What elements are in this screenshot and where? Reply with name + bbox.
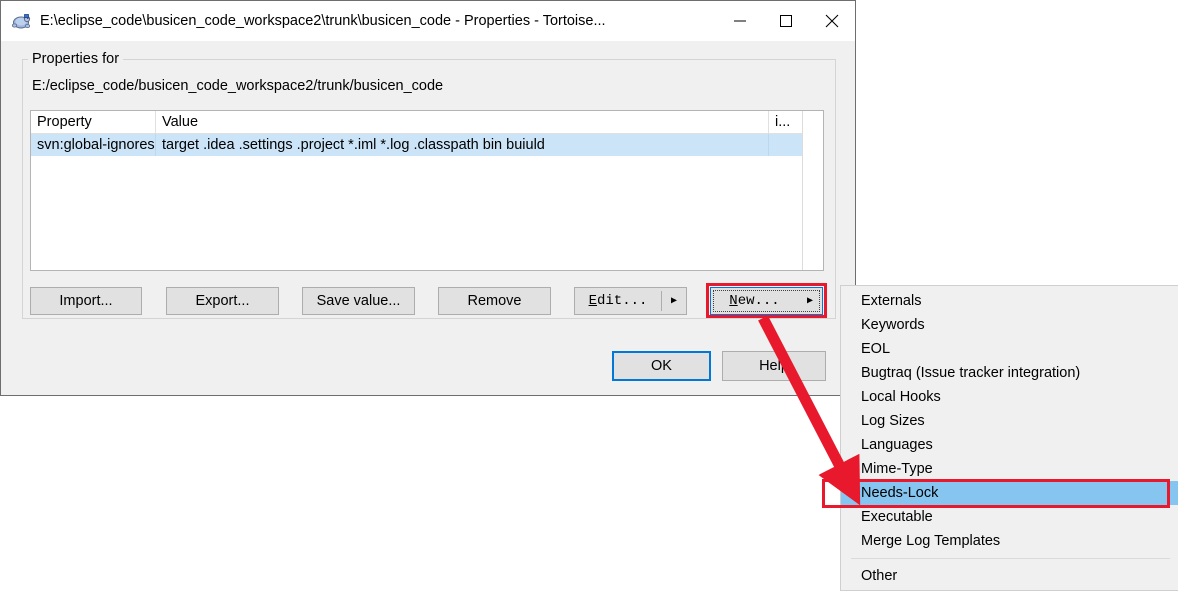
new-button-mnemonic: N xyxy=(729,293,738,309)
chevron-right-icon[interactable]: ▶ xyxy=(662,288,686,314)
menu-item-log-sizes[interactable]: Log Sizes xyxy=(841,409,1178,433)
menu-item-list: Externals Keywords EOL Bugtraq (Issue track… xyxy=(841,289,1178,553)
edit-split-button[interactable]: Edit... ▶ xyxy=(574,287,687,315)
edit-button-mnemonic: E xyxy=(588,293,597,309)
menu-item-externals[interactable]: Externals xyxy=(841,289,1178,313)
column-header-value[interactable]: Value xyxy=(156,111,769,133)
list-scrollbar[interactable] xyxy=(802,111,823,270)
column-header-property[interactable]: Property xyxy=(31,111,156,133)
properties-list[interactable]: Property Value i... svn:global-ignores t… xyxy=(30,110,824,271)
window-title: E:\eclipse_code\busicen_code_workspace2\… xyxy=(40,13,606,29)
menu-item-languages[interactable]: Languages xyxy=(841,433,1178,457)
edit-button-main[interactable]: Edit... xyxy=(575,288,661,314)
column-header-info[interactable]: i... xyxy=(769,111,801,133)
new-button-label: ew... xyxy=(737,293,780,309)
menu-item-eol[interactable]: EOL xyxy=(841,337,1178,361)
properties-dialog: E:\eclipse_code\busicen_code_workspace2\… xyxy=(0,0,856,396)
new-button-main[interactable]: New... xyxy=(711,288,798,314)
new-split-button[interactable]: New... ▶ xyxy=(710,287,823,315)
remove-button-label: Remove xyxy=(467,293,522,309)
import-button[interactable]: Import... xyxy=(30,287,142,315)
target-path-label: E:/eclipse_code/busicen_code_workspace2/… xyxy=(32,78,444,94)
menu-item-other[interactable]: Other xyxy=(841,564,1178,588)
tortoise-svn-icon xyxy=(10,10,32,32)
minimize-icon xyxy=(734,20,746,22)
menu-item-local-hooks[interactable]: Local Hooks xyxy=(841,385,1178,409)
help-button[interactable]: Help xyxy=(722,351,826,381)
close-button[interactable] xyxy=(809,1,855,41)
import-button-label: Import... xyxy=(59,293,113,309)
maximize-icon xyxy=(780,15,792,27)
table-row[interactable]: svn:global-ignores target .idea .setting… xyxy=(31,134,823,156)
save-value-button[interactable]: Save value... xyxy=(302,287,415,315)
list-header-row: Property Value i... xyxy=(31,111,823,134)
menu-item-list-secondary: Other xyxy=(841,564,1178,588)
title-bar: E:\eclipse_code\busicen_code_workspace2\… xyxy=(1,1,855,41)
remove-button[interactable]: Remove xyxy=(438,287,551,315)
cell-value: target .idea .settings .project *.iml *.… xyxy=(156,134,769,156)
ok-button-label: OK xyxy=(651,358,672,374)
menu-item-executable[interactable]: Executable xyxy=(841,505,1178,529)
new-property-menu[interactable]: Externals Keywords EOL Bugtraq (Issue track… xyxy=(840,285,1178,591)
export-button[interactable]: Export... xyxy=(166,287,279,315)
menu-item-merge-log-templates[interactable]: Merge Log Templates xyxy=(841,529,1178,553)
menu-separator xyxy=(851,558,1170,559)
maximize-button[interactable] xyxy=(763,1,809,41)
close-icon xyxy=(825,14,839,28)
cell-property: svn:global-ignores xyxy=(31,134,156,156)
menu-item-needs-lock[interactable]: Needs-Lock xyxy=(841,481,1178,505)
save-value-button-label: Save value... xyxy=(316,293,401,309)
export-button-label: Export... xyxy=(195,293,250,309)
edit-button-label: dit... xyxy=(596,293,648,309)
screen: E:\eclipse_code\busicen_code_workspace2\… xyxy=(0,0,1178,592)
help-button-label: Help xyxy=(759,358,789,374)
chevron-right-icon[interactable]: ▶ xyxy=(798,288,822,314)
menu-item-mime-type[interactable]: Mime-Type xyxy=(841,457,1178,481)
ok-button[interactable]: OK xyxy=(612,351,711,381)
minimize-button[interactable] xyxy=(717,1,763,41)
menu-item-bugtraq-issue-tracker-integration[interactable]: Bugtraq (Issue tracker integration) xyxy=(841,361,1178,385)
menu-item-keywords[interactable]: Keywords xyxy=(841,313,1178,337)
group-box-legend: Properties for xyxy=(28,51,124,68)
